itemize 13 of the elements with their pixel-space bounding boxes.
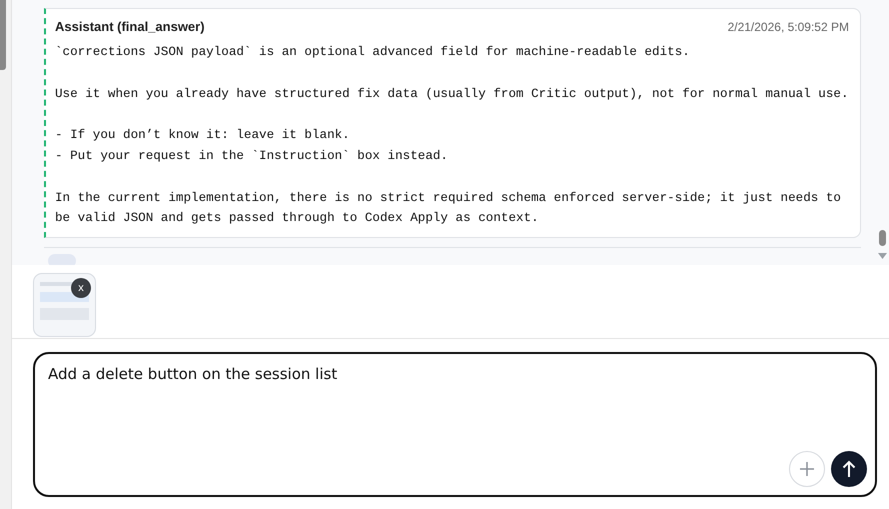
add-button[interactable] xyxy=(789,451,825,487)
message-input[interactable]: Add a delete button on the session list xyxy=(35,354,875,495)
scrollbar-thumb[interactable] xyxy=(879,230,886,246)
message-text: - If you don’t know it: leave it blank. xyxy=(55,127,351,144)
message-text: - Put your request in the `Instruction` box instead. xyxy=(55,148,449,165)
scroll-down-icon[interactable] xyxy=(878,253,887,259)
message-time: 2/21/2026, 5:09:52 PM xyxy=(728,20,849,34)
message-text: `corrections JSON payload` is an optional advanced field for machine-readable edits. xyxy=(55,44,691,61)
send-button[interactable] xyxy=(831,451,867,487)
message-text: Use it when you already have structured fix data (usually from Critic output), not for normal manual use. xyxy=(55,86,849,103)
scrollbar-thumb[interactable] xyxy=(0,0,6,70)
message-text: In the current implementation, there is no strict required schema enforced server-side; it just needs to be valid JSON and gets passed through to Codex Apply as context. xyxy=(55,190,842,228)
message-author: Assistant (final_answer) xyxy=(55,19,205,34)
